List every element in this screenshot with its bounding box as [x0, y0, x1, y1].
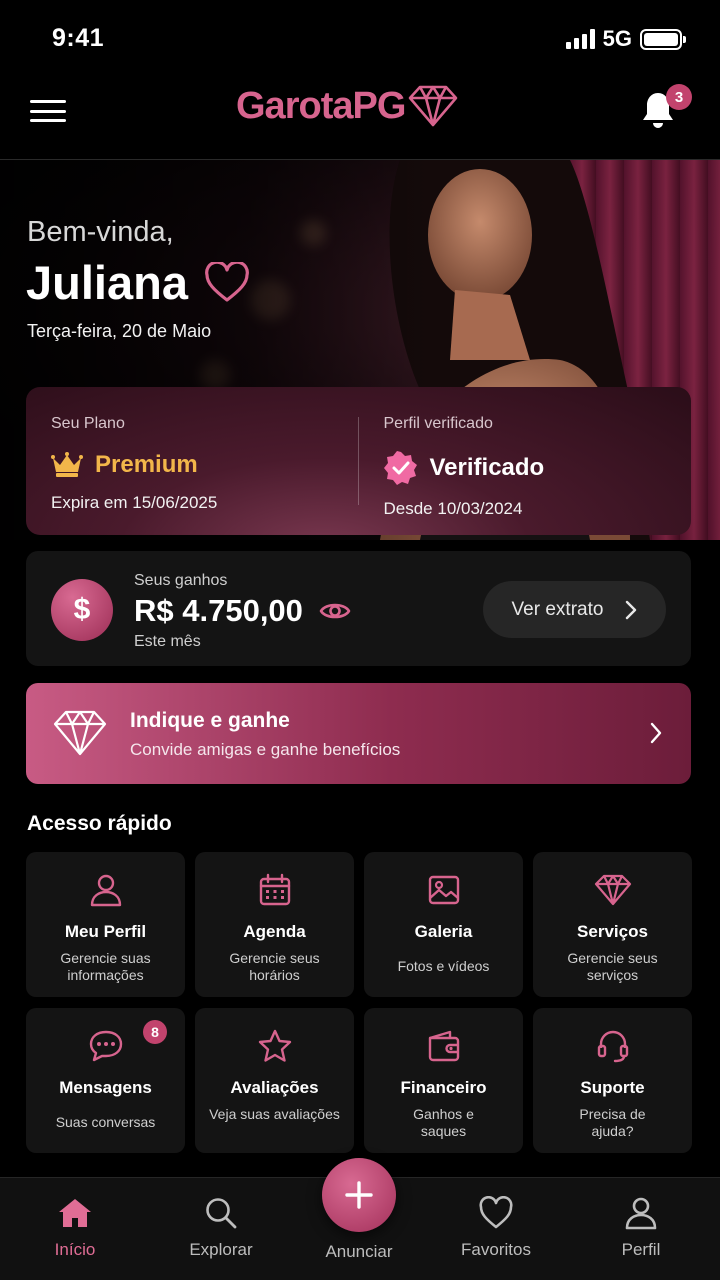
- earnings-period: Este mês: [134, 633, 201, 650]
- headset-icon: [597, 1030, 628, 1063]
- tile-title: Mensagens: [59, 1078, 152, 1097]
- app-logo: GarotaPG: [236, 84, 459, 128]
- diamond-icon: [594, 874, 631, 906]
- tile-mensagens[interactable]: 8 Mensagens Suas conversas: [26, 1008, 185, 1153]
- tile-title: Meu Perfil: [64, 922, 147, 941]
- tile-suporte[interactable]: Suporte Precisa de ajuda?: [533, 1008, 692, 1153]
- nav-explorar[interactable]: Explorar: [161, 1196, 281, 1260]
- crown-icon: [51, 452, 83, 477]
- verified-since: Desde 10/03/2024: [383, 499, 523, 518]
- signal-icon: [565, 29, 595, 49]
- search-icon: [206, 1198, 237, 1229]
- status-bar: 9:41 5G: [0, 0, 720, 76]
- tile-title: Suporte: [580, 1078, 645, 1097]
- nav-label: Favoritos: [461, 1240, 531, 1259]
- view-statement-button[interactable]: Ver extrato: [483, 581, 666, 638]
- tile-title: Avaliações: [230, 1078, 319, 1097]
- earnings-value: R$ 4.750,00: [134, 593, 303, 628]
- tile-agenda[interactable]: Agenda Gerencie seus horários: [195, 852, 354, 997]
- wallet-icon: [428, 1030, 459, 1062]
- heart-outline-icon: [205, 261, 249, 302]
- calendar-icon: [259, 873, 290, 906]
- tile-subtitle: Veja suas avaliações: [209, 1106, 340, 1122]
- heart-icon: [479, 1196, 513, 1229]
- home-icon: [59, 1199, 91, 1227]
- notifications-button[interactable]: 3: [640, 84, 692, 130]
- nav-label: Início: [54, 1240, 96, 1259]
- referral-title: Indique e ganhe: [130, 709, 290, 732]
- nav-label: Perfil: [621, 1240, 661, 1259]
- tile-title: Galeria: [414, 922, 473, 941]
- earnings-label: Seus ganhos: [134, 572, 228, 589]
- dollar-icon: $: [51, 579, 113, 641]
- quick-access-grid: Meu Perfil Gerencie suas informações Age…: [26, 852, 692, 1153]
- tile-title: Agenda: [243, 922, 306, 941]
- current-date: Terça-feira, 20 de Maio: [27, 321, 212, 341]
- tile-avaliacoes[interactable]: Avaliações Veja suas avaliações: [195, 1008, 354, 1153]
- nav-inicio[interactable]: Início: [15, 1196, 135, 1260]
- bottom-navigation: Início Explorar Anunciar Favoritos Perfi…: [0, 1158, 720, 1280]
- referral-banner[interactable]: Indique e ganhe Convide amigas e ganhe b…: [26, 683, 691, 784]
- view-statement-label: Ver extrato: [511, 598, 604, 620]
- earnings-card: $ Seus ganhos R$ 4.750,00 Este mês Ver e…: [26, 551, 691, 666]
- diamond-logo-icon: [409, 85, 458, 127]
- chevron-right-icon: [626, 600, 637, 619]
- menu-button[interactable]: [30, 96, 66, 126]
- network-type: 5G: [602, 26, 632, 51]
- verified-badge-icon: [383, 451, 417, 485]
- chevron-right-icon: [650, 722, 662, 744]
- tile-subtitle: Precisa de ajuda?: [579, 1106, 646, 1139]
- tile-title: Financeiro: [400, 1078, 487, 1097]
- plus-icon: [345, 1181, 373, 1209]
- battery-icon: [640, 28, 686, 50]
- plan-section: Seu Plano Premium Expira em 15/06/2025: [26, 387, 359, 535]
- eye-icon[interactable]: [319, 600, 351, 622]
- plan-label: Seu Plano: [51, 415, 125, 432]
- status-icons: 5G: [565, 26, 686, 52]
- status-time: 9:41: [52, 24, 105, 52]
- verification-section: Perfil verificado Verificado Desde 10/03…: [359, 387, 692, 535]
- plan-status-card: Seu Plano Premium Expira em 15/06/2025 P…: [26, 387, 691, 535]
- nav-favoritos[interactable]: Favoritos: [436, 1196, 556, 1260]
- tile-subtitle: Fotos e vídeos: [397, 958, 490, 974]
- tile-subtitle: Suas conversas: [55, 1114, 156, 1130]
- tile-financeiro[interactable]: Financeiro Ganhos e saques: [364, 1008, 523, 1153]
- tile-subtitle: Gerencie seus serviços: [567, 950, 658, 983]
- referral-subtitle: Convide amigas e ganhe benefícios: [130, 740, 401, 759]
- notification-badge: 3: [666, 84, 692, 110]
- image-icon: [428, 875, 459, 905]
- user-name-row: Juliana: [26, 255, 250, 310]
- app-header: GarotaPG 3: [0, 76, 720, 160]
- nav-label: Explorar: [189, 1240, 253, 1259]
- star-icon: [258, 1029, 291, 1062]
- user-name: Juliana: [26, 256, 188, 309]
- nav-label-anunciar: Anunciar: [325, 1242, 393, 1261]
- tile-galeria[interactable]: Galeria Fotos e vídeos: [364, 852, 523, 997]
- quick-access-title: Acesso rápido: [27, 812, 172, 835]
- chat-icon: [89, 1030, 122, 1062]
- announce-fab-button[interactable]: [322, 1158, 396, 1232]
- user-icon: [625, 1197, 657, 1230]
- plan-value: Premium: [95, 451, 198, 478]
- nav-perfil[interactable]: Perfil: [581, 1196, 701, 1260]
- diamond-icon: [53, 710, 107, 756]
- tile-subtitle: Gerencie suas informações: [60, 950, 151, 983]
- user-icon: [90, 874, 121, 907]
- plan-expiry: Expira em 15/06/2025: [51, 493, 218, 512]
- tile-subtitle: Ganhos e saques: [413, 1106, 474, 1139]
- verified-value: Verificado: [429, 454, 545, 481]
- tile-servicos[interactable]: Serviços Gerencie seus serviços: [533, 852, 692, 997]
- verified-label: Perfil verificado: [383, 415, 493, 432]
- messages-badge: 8: [143, 1020, 167, 1044]
- tile-subtitle: Gerencie seus horários: [229, 950, 320, 983]
- tile-title: Serviços: [577, 922, 648, 941]
- tile-meu-perfil[interactable]: Meu Perfil Gerencie suas informações: [26, 852, 185, 997]
- logo-text: GarotaPG: [236, 84, 406, 127]
- greeting-text: Bem-vinda,: [27, 216, 174, 248]
